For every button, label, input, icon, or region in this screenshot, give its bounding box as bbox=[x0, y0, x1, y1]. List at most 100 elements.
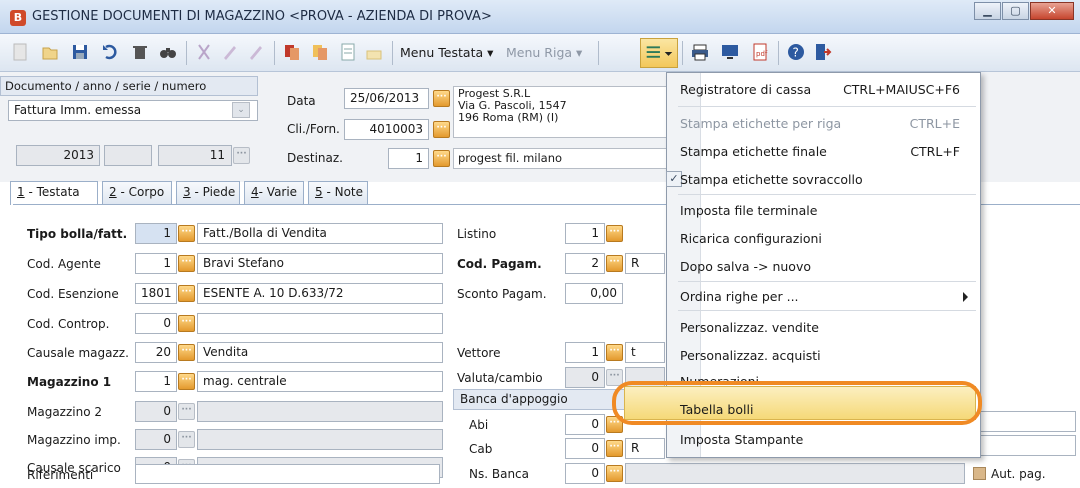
help-icon[interactable]: ? bbox=[786, 42, 806, 62]
menu-item-registratore-cassa[interactable]: Registratore di cassa CTRL+MAIUSC+F6 bbox=[680, 76, 980, 104]
company-box: Progest S.R.L Via G. Pascoli, 1547 196 R… bbox=[453, 86, 668, 138]
listino-lookup-button[interactable]: ··· bbox=[606, 225, 623, 242]
controp-field[interactable]: 0 bbox=[135, 313, 177, 334]
menu-item-stampa-etichette-riga[interactable]: Stampa etichette per riga CTRL+E bbox=[680, 110, 980, 138]
minimize-button[interactable]: ▁ bbox=[974, 2, 1001, 20]
window-title: GESTIONE DOCUMENTI DI MAGAZZINO <PROVA -… bbox=[32, 9, 492, 24]
pdf-icon[interactable]: pdf bbox=[750, 42, 770, 62]
magimp-field[interactable]: 0 bbox=[135, 429, 177, 450]
menu-item-stampa-etichette-sovraccollo[interactable]: ✓ Stampa etichette sovraccollo bbox=[666, 166, 980, 194]
tab-testata[interactable]: 1 - Testata bbox=[10, 181, 98, 205]
numero-lookup-button[interactable]: ··· bbox=[233, 147, 250, 164]
causale-field[interactable]: 20 bbox=[135, 342, 177, 363]
cab-label: Cab bbox=[469, 442, 493, 456]
tab-note[interactable]: 5 - Note bbox=[308, 181, 368, 204]
controp-lookup-button[interactable]: ··· bbox=[178, 315, 195, 332]
print-icon[interactable] bbox=[690, 42, 710, 62]
cliforn-field[interactable]: 4010003 bbox=[344, 119, 429, 140]
document-type-select[interactable]: Fattura Imm. emessa bbox=[8, 100, 258, 121]
delete-icon[interactable] bbox=[130, 42, 150, 62]
data-field[interactable]: 25/06/2013 bbox=[344, 88, 429, 109]
exit-icon[interactable] bbox=[812, 42, 832, 62]
cut-icon[interactable] bbox=[194, 42, 214, 62]
anno-field[interactable]: 2013 bbox=[16, 145, 100, 166]
undo-icon[interactable] bbox=[100, 42, 120, 62]
copy-doc-icon[interactable] bbox=[282, 42, 302, 62]
paste-doc-icon[interactable] bbox=[310, 42, 330, 62]
magazzino2-lookup-button[interactable]: ··· bbox=[178, 403, 195, 420]
destinaz-label: Destinaz. bbox=[287, 151, 343, 165]
valuta-field[interactable]: 0 bbox=[565, 367, 605, 388]
agente-field[interactable]: 1 bbox=[135, 253, 177, 274]
riferimenti-field[interactable] bbox=[135, 464, 440, 484]
abi-field[interactable]: 0 bbox=[565, 414, 605, 435]
causale-lookup-button[interactable]: ··· bbox=[178, 344, 195, 361]
submenu-arrow-icon bbox=[963, 292, 968, 302]
menu-item-imposta-stampante[interactable]: Imposta Stampante bbox=[680, 426, 980, 454]
company-address-2: 196 Roma (RM) (I) bbox=[458, 111, 559, 124]
open-icon[interactable] bbox=[40, 42, 60, 62]
magazzino1-field[interactable]: 1 bbox=[135, 371, 177, 392]
menu-separator bbox=[678, 281, 976, 282]
menu-item-personalizzaz-vendite[interactable]: Personalizzaz. vendite bbox=[680, 314, 980, 342]
tab-corpo[interactable]: 2 - Corpo bbox=[102, 181, 172, 204]
nsbanca-label: Ns. Banca bbox=[469, 467, 529, 481]
destinaz-field[interactable]: 1 bbox=[388, 148, 429, 169]
listino-field[interactable]: 1 bbox=[565, 223, 605, 244]
sconto-field[interactable]: 0,00 bbox=[565, 283, 623, 304]
pagam-field[interactable]: 2 bbox=[565, 253, 605, 274]
cliforn-lookup-button[interactable]: ··· bbox=[433, 121, 450, 138]
tipo-bolla-field[interactable]: 1 bbox=[135, 223, 177, 244]
document-icon[interactable] bbox=[338, 42, 358, 62]
agente-lookup-button[interactable]: ··· bbox=[178, 255, 195, 272]
magimp-label: Magazzino imp. bbox=[27, 433, 121, 447]
menu-item-numerazioni[interactable]: Numerazioni bbox=[680, 368, 980, 382]
new-doc-icon[interactable] bbox=[10, 42, 30, 62]
nsbanca-field[interactable]: 0 bbox=[565, 463, 605, 484]
magazzino2-field[interactable]: 0 bbox=[135, 401, 177, 422]
cab-lookup-button[interactable]: ··· bbox=[606, 440, 623, 457]
utilities-menu-button[interactable] bbox=[640, 38, 678, 68]
cab-desc-ext bbox=[979, 435, 1076, 456]
nsbanca-lookup-button[interactable]: ··· bbox=[606, 465, 623, 482]
riferimenti-label-text: Riferimenti bbox=[27, 468, 94, 482]
maximize-button[interactable]: ▢ bbox=[1002, 2, 1029, 20]
save-icon[interactable] bbox=[70, 42, 90, 62]
menu-item-personalizzaz-acquisti[interactable]: Personalizzaz. acquisti bbox=[680, 342, 980, 370]
magazzino1-lookup-button[interactable]: ··· bbox=[178, 373, 195, 390]
chevron-down-icon[interactable]: ⌄ bbox=[232, 102, 250, 118]
esenzione-lookup-button[interactable]: ··· bbox=[178, 285, 195, 302]
esenzione-field[interactable]: 1801 bbox=[135, 283, 177, 304]
calendar-icon[interactable]: ··· bbox=[433, 90, 450, 107]
magazzino1-label: Magazzino 1 bbox=[27, 375, 112, 389]
tab-varie[interactable]: 4- Varie bbox=[244, 181, 304, 204]
highlight-annotation-ring bbox=[612, 381, 982, 425]
vettore-desc: t bbox=[625, 342, 665, 363]
menu-item-stampa-etichette-finale[interactable]: Stampa etichette finale CTRL+F bbox=[680, 138, 980, 166]
tab-piede[interactable]: 3 - Piede bbox=[176, 181, 240, 204]
grid-icon[interactable] bbox=[364, 42, 384, 62]
sconto-label: Sconto Pagam. bbox=[457, 287, 547, 301]
serie-field[interactable] bbox=[104, 145, 152, 166]
document-label: Documento / anno / serie / numero bbox=[0, 76, 258, 96]
menu-riga[interactable]: Menu Riga ▾ bbox=[506, 45, 582, 60]
menu-item-imposta-file-terminale[interactable]: Imposta file terminale bbox=[680, 197, 980, 225]
find-icon[interactable] bbox=[158, 42, 178, 62]
tipo-bolla-lookup-button[interactable]: ··· bbox=[178, 225, 195, 242]
vettore-lookup-button[interactable]: ··· bbox=[606, 344, 623, 361]
numero-field[interactable]: 11 bbox=[158, 145, 232, 166]
pencil-icon[interactable] bbox=[246, 42, 266, 62]
destinaz-lookup-button[interactable]: ··· bbox=[433, 150, 450, 167]
magimp-lookup-button[interactable]: ··· bbox=[178, 431, 195, 448]
pagam-lookup-button[interactable]: ··· bbox=[606, 255, 623, 272]
monitor-icon[interactable] bbox=[720, 42, 740, 62]
menu-item-ordina-righe[interactable]: Ordina righe per ... bbox=[680, 283, 980, 311]
autpag-checkbox[interactable] bbox=[973, 467, 986, 480]
close-button[interactable]: ✕ bbox=[1030, 2, 1074, 20]
menu-item-dopo-salva-nuovo[interactable]: Dopo salva -> nuovo bbox=[680, 253, 980, 281]
cab-field[interactable]: 0 bbox=[565, 438, 605, 459]
vettore-field[interactable]: 1 bbox=[565, 342, 605, 363]
menu-testata[interactable]: Menu Testata ▾ bbox=[400, 45, 493, 60]
menu-item-ricarica-configurazioni[interactable]: Ricarica configurazioni bbox=[680, 225, 980, 253]
edit-icon[interactable] bbox=[220, 42, 240, 62]
